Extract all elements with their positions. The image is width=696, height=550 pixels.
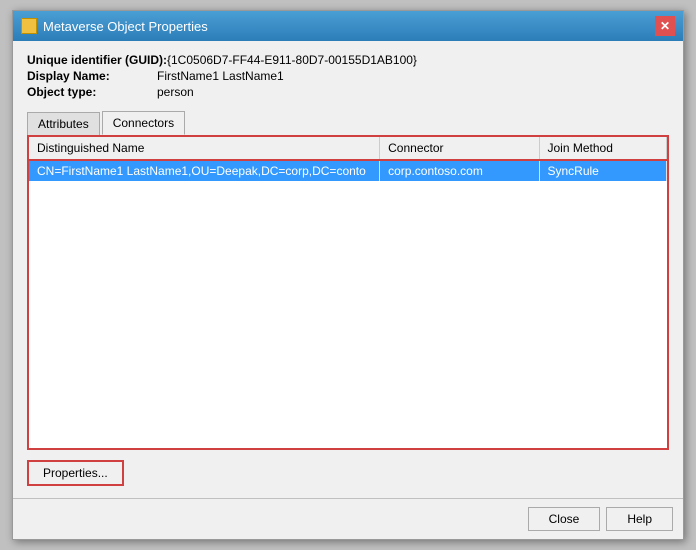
display-name-label: Display Name: xyxy=(27,69,157,83)
col-header-join-method: Join Method xyxy=(539,137,667,160)
title-bar: Metaverse Object Properties ✕ xyxy=(13,11,683,41)
guid-label: Unique identifier (GUID): xyxy=(27,53,167,67)
properties-button[interactable]: Properties... xyxy=(27,460,124,486)
connectors-table: Distinguished Name Connector Join Method… xyxy=(29,137,667,181)
table-body: CN=FirstName1 LastName1,OU=Deepak,DC=cor… xyxy=(29,160,667,181)
display-name-value: FirstName1 LastName1 xyxy=(157,69,284,83)
object-type-row: Object type: person xyxy=(27,85,669,99)
metaverse-object-properties-window: Metaverse Object Properties ✕ Unique ide… xyxy=(12,10,684,540)
tab-connectors[interactable]: Connectors xyxy=(102,111,185,135)
help-button[interactable]: Help xyxy=(606,507,673,531)
close-button[interactable]: Close xyxy=(528,507,601,531)
footer: Close Help xyxy=(13,498,683,539)
object-type-label: Object type: xyxy=(27,85,157,99)
window-close-button[interactable]: ✕ xyxy=(655,16,675,36)
bottom-section: Properties... xyxy=(27,460,669,486)
tab-attributes[interactable]: Attributes xyxy=(27,112,100,135)
table-row[interactable]: CN=FirstName1 LastName1,OU=Deepak,DC=cor… xyxy=(29,160,667,181)
connectors-table-container: Distinguished Name Connector Join Method… xyxy=(27,135,669,450)
tabs-row: Attributes Connectors xyxy=(27,111,669,135)
table-header-row: Distinguished Name Connector Join Method xyxy=(29,137,667,160)
table-cell-dn: CN=FirstName1 LastName1,OU=Deepak,DC=cor… xyxy=(29,160,380,181)
table-cell-join-method: SyncRule xyxy=(539,160,667,181)
info-section: Unique identifier (GUID): {1C0506D7-FF44… xyxy=(27,53,669,101)
col-header-connector: Connector xyxy=(380,137,539,160)
content-area: Unique identifier (GUID): {1C0506D7-FF44… xyxy=(13,41,683,498)
guid-row: Unique identifier (GUID): {1C0506D7-FF44… xyxy=(27,53,669,67)
table-cell-connector: corp.contoso.com xyxy=(380,160,539,181)
window-title: Metaverse Object Properties xyxy=(43,19,208,34)
title-bar-left: Metaverse Object Properties xyxy=(21,18,208,34)
guid-value: {1C0506D7-FF44-E911-80D7-00155D1AB100} xyxy=(167,53,417,67)
col-header-dn: Distinguished Name xyxy=(29,137,380,160)
window-icon xyxy=(21,18,37,34)
object-type-value: person xyxy=(157,85,194,99)
display-name-row: Display Name: FirstName1 LastName1 xyxy=(27,69,669,83)
